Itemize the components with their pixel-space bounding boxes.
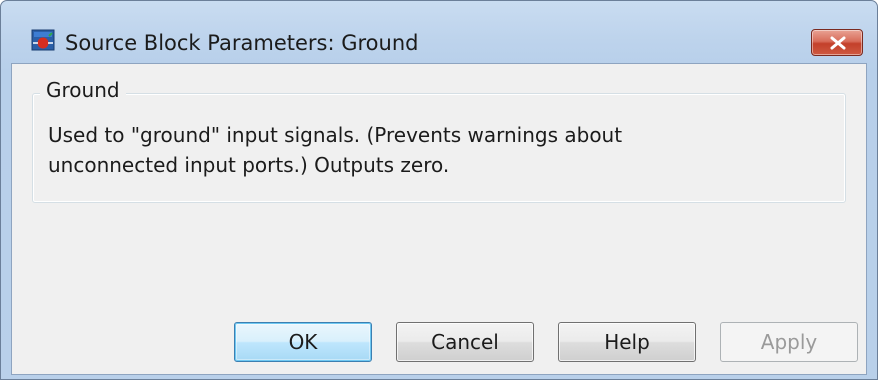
block-description: Used to "ground" input signals. (Prevent…: [48, 120, 808, 180]
apply-button: Apply: [720, 322, 858, 362]
close-x-icon: [830, 36, 846, 50]
simulink-block-icon: [31, 29, 55, 51]
dialog-window: Source Block Parameters: Ground Ground U…: [0, 0, 878, 380]
help-button[interactable]: Help: [558, 322, 696, 362]
dialog-client-area: Ground Used to "ground" input signals. (…: [11, 63, 867, 375]
ok-button[interactable]: OK: [234, 322, 372, 362]
description-line-1: Used to "ground" input signals. (Prevent…: [48, 123, 623, 147]
close-button[interactable]: [811, 29, 863, 56]
cancel-button[interactable]: Cancel: [396, 322, 534, 362]
title-bar[interactable]: Source Block Parameters: Ground: [1, 1, 877, 63]
group-legend: Ground: [40, 78, 126, 102]
description-line-2: unconnected input ports.) Outputs zero.: [48, 153, 450, 177]
window-title: Source Block Parameters: Ground: [65, 31, 419, 55]
